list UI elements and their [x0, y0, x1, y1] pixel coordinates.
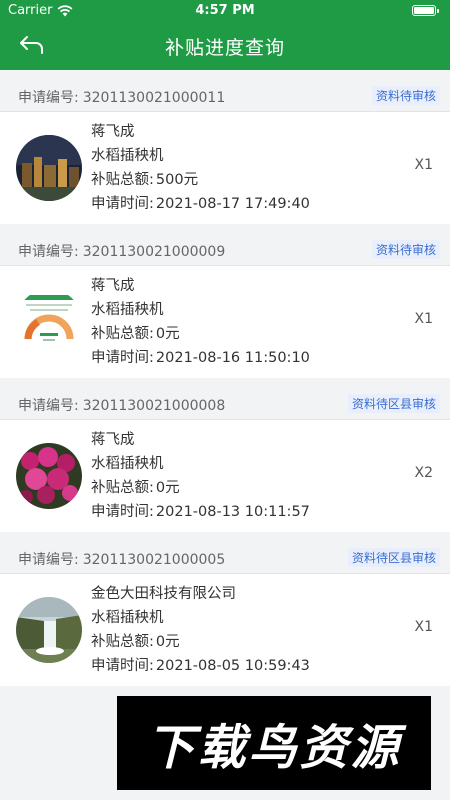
- waterfall-photo: [16, 597, 82, 663]
- flowers-photo: [16, 443, 82, 509]
- application-number-label: 申请编号:: [18, 90, 79, 106]
- application-number: 申请编号: 3201130021000009: [18, 241, 225, 261]
- apply-time: 申请时间: 2021-08-13 10:11:57: [91, 500, 310, 524]
- subsidy-total: 补贴总额: 0元: [91, 476, 310, 500]
- application-number-value: 3201130021000008: [82, 398, 226, 414]
- application-number-label: 申请编号:: [18, 552, 79, 568]
- apply-time: 申请时间: 2021-08-17 17:49:40: [91, 192, 310, 216]
- application-number: 申请编号: 3201130021000008: [18, 395, 225, 415]
- apply-time-value: 2021-08-16 11:50:10: [155, 350, 310, 366]
- record-body: 蒋飞成 水稻插秧机 补贴总额: 500元 申请时间: 2021-08-17 17:4…: [0, 112, 450, 224]
- quantity: X2: [414, 465, 434, 481]
- subsidy-total: 补贴总额: 0元: [91, 630, 310, 654]
- applicant-name: 金色大田科技有限公司: [91, 586, 236, 602]
- subsidy-total-label: 补贴总额:: [91, 480, 154, 496]
- machine-name: 水稻插秧机: [91, 302, 164, 318]
- application-number-value: 3201130021000011: [82, 90, 226, 106]
- application-number-value: 3201130021000005: [82, 552, 226, 568]
- record-details: 蒋飞成 水稻插秧机 补贴总额: 0元 申请时间: 2021-08-13 10:11:…: [91, 428, 310, 524]
- progress-gauge-screenshot: [16, 289, 82, 355]
- record-details: 金色大田科技有限公司 水稻插秧机 补贴总额: 0元 申请时间: 2021-08-05…: [91, 582, 310, 678]
- applicant-name: 蒋飞成: [91, 124, 135, 140]
- record-header: 申请编号: 3201130021000005 资料待区县审核: [0, 542, 450, 574]
- product-thumbnail: [16, 597, 82, 663]
- subsidy-total: 补贴总额: 0元: [91, 322, 310, 346]
- subsidy-total-label: 补贴总额:: [91, 326, 154, 342]
- status-badge: 资料待区县审核: [347, 394, 440, 413]
- subsidy-total-value: 0元: [155, 326, 180, 342]
- subsidy-total-value: 0元: [155, 480, 180, 496]
- machine-name: 水稻插秧机: [91, 456, 164, 472]
- subsidy-total-label: 补贴总额:: [91, 634, 154, 650]
- application-number: 申请编号: 3201130021000011: [18, 87, 225, 107]
- apply-time-label: 申请时间:: [91, 196, 154, 212]
- product-thumbnail: [16, 289, 82, 355]
- apply-time: 申请时间: 2021-08-16 11:50:10: [91, 346, 310, 370]
- record-details: 蒋飞成 水稻插秧机 补贴总额: 500元 申请时间: 2021-08-17 17:4…: [91, 120, 310, 216]
- machine-name: 水稻插秧机: [91, 610, 164, 626]
- applicant-name: 蒋飞成: [91, 432, 135, 448]
- apply-time-value: 2021-08-17 17:49:40: [155, 196, 310, 212]
- battery-icon: [412, 5, 439, 16]
- status-bar: Carrier 4:57 PM: [0, 0, 450, 22]
- apply-time-label: 申请时间:: [91, 504, 154, 520]
- product-thumbnail: [16, 443, 82, 509]
- application-number-label: 申请编号:: [18, 398, 79, 414]
- status-badge: 资料待审核: [371, 86, 440, 105]
- status-badge: 资料待审核: [371, 240, 440, 259]
- subsidy-total-label: 补贴总额:: [91, 172, 154, 188]
- record-details: 蒋飞成 水稻插秧机 补贴总额: 0元 申请时间: 2021-08-16 11:50:…: [91, 274, 310, 370]
- record-header: 申请编号: 3201130021000008 资料待区县审核: [0, 388, 450, 420]
- application-number: 申请编号: 3201130021000005: [18, 549, 225, 569]
- applicant-name: 蒋飞成: [91, 278, 135, 294]
- quantity: X1: [414, 157, 434, 173]
- subsidy-total-value: 500元: [155, 172, 199, 188]
- apply-time-label: 申请时间:: [91, 350, 154, 366]
- application-number-label: 申请编号:: [18, 244, 79, 260]
- page-title: 补贴进度查询: [164, 37, 285, 59]
- quantity: X1: [414, 311, 434, 327]
- apply-time-value: 2021-08-05 10:59:43: [155, 658, 310, 674]
- record-body: 金色大田科技有限公司 水稻插秧机 补贴总额: 0元 申请时间: 2021-08-05…: [0, 574, 450, 686]
- night-city-photo: [16, 135, 82, 201]
- application-number-value: 3201130021000009: [82, 244, 226, 260]
- record-header: 申请编号: 3201130021000011 资料待审核: [0, 80, 450, 112]
- status-badge: 资料待区县审核: [347, 548, 440, 567]
- subsidy-total: 补贴总额: 500元: [91, 168, 310, 192]
- product-thumbnail: [16, 135, 82, 201]
- apply-time-value: 2021-08-13 10:11:57: [155, 504, 310, 520]
- apply-time: 申请时间: 2021-08-05 10:59:43: [91, 654, 310, 678]
- record-header: 申请编号: 3201130021000009 资料待审核: [0, 234, 450, 266]
- record-body: 蒋飞成 水稻插秧机 补贴总额: 0元 申请时间: 2021-08-16 11:50:…: [0, 266, 450, 378]
- quantity: X1: [414, 619, 434, 635]
- header: Carrier 4:57 PM 补贴进度查询: [0, 0, 450, 70]
- machine-name: 水稻插秧机: [91, 148, 164, 164]
- record-body: 蒋飞成 水稻插秧机 补贴总额: 0元 申请时间: 2021-08-13 10:11:…: [0, 420, 450, 532]
- nav-bar: 补贴进度查询: [0, 22, 450, 70]
- apply-time-label: 申请时间:: [91, 658, 154, 674]
- subsidy-total-value: 0元: [155, 634, 180, 650]
- clock: 4:57 PM: [195, 3, 255, 18]
- watermark-logo: 下载鸟资源: [117, 696, 431, 790]
